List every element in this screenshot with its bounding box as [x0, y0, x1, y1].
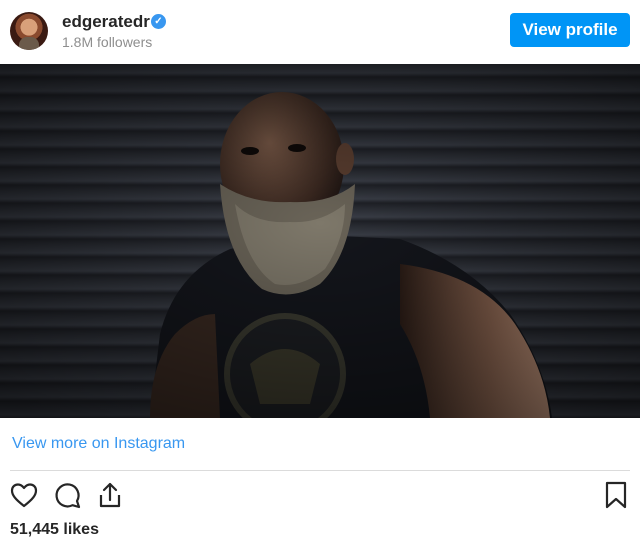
- like-count: 51,445 likes: [10, 521, 99, 538]
- profile-avatar[interactable]: [10, 12, 48, 50]
- share-icon[interactable]: [95, 480, 125, 510]
- post-image[interactable]: [0, 64, 640, 418]
- comment-icon[interactable]: [52, 480, 82, 510]
- divider: [10, 470, 630, 471]
- post-photo-illustration: [0, 64, 640, 418]
- heart-icon[interactable]: [9, 480, 39, 510]
- bookmark-icon[interactable]: [601, 480, 631, 510]
- view-profile-button[interactable]: View profile: [510, 13, 630, 47]
- follower-count: 1.8M followers: [62, 34, 153, 50]
- view-more-on-instagram-link[interactable]: View more on Instagram: [12, 435, 185, 453]
- post-header: edgeratedr ✓ 1.8M followers View profile: [0, 0, 640, 64]
- username[interactable]: edgeratedr: [62, 12, 150, 32]
- verified-badge-icon: ✓: [151, 14, 166, 29]
- instagram-embed-card: edgeratedr ✓ 1.8M followers View profile: [0, 0, 640, 546]
